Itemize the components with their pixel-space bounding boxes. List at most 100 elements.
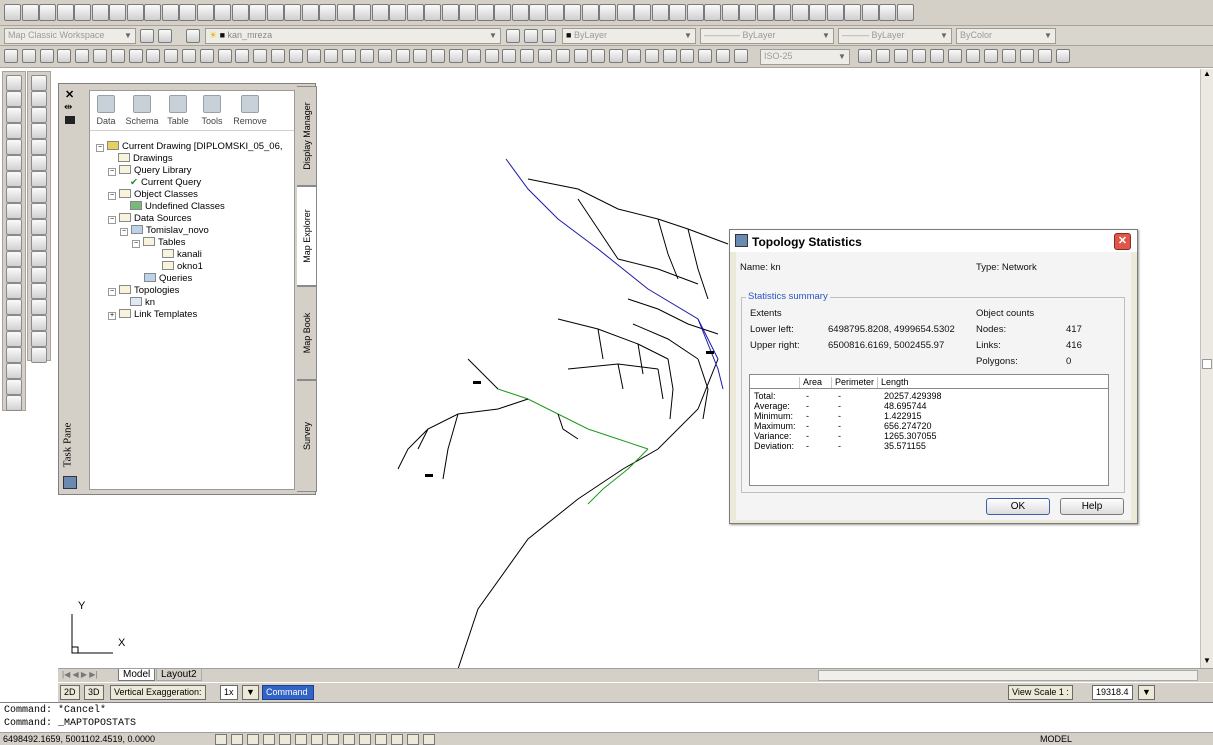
tab-survey[interactable]: Survey [297, 380, 317, 492]
tree-root[interactable]: − Current Drawing [DIPLOMSKI_05_06, [96, 141, 283, 153]
view-scale-label[interactable]: View Scale 1 : [1008, 685, 1073, 700]
toolbar-icon[interactable] [56, 4, 74, 21]
toolbar-icon[interactable] [109, 4, 126, 21]
modify-tool-icon[interactable] [31, 155, 47, 171]
toolbar-icon[interactable] [161, 4, 179, 21]
toolbar-icon[interactable] [698, 49, 713, 63]
drafting-toggle-icon[interactable] [279, 734, 291, 745]
drafting-toggle-icon[interactable] [263, 734, 275, 745]
draw-tool-icon[interactable] [6, 315, 22, 331]
draw-tool-icon[interactable] [6, 139, 22, 155]
tree-current-query[interactable]: ✔ Current Query [130, 177, 201, 189]
toolbar-icon[interactable] [306, 49, 321, 63]
toolbar-icon[interactable] [4, 4, 21, 21]
drafting-toggle-icon[interactable] [247, 734, 259, 745]
dimstyle-combo[interactable]: ISO-25 ▼ [760, 49, 850, 65]
toolbar-icon[interactable] [4, 49, 18, 63]
modify-tool-icon[interactable] [31, 347, 47, 363]
zoom-tool-icon[interactable] [858, 49, 872, 63]
toolbar-icon[interactable] [336, 4, 354, 21]
toolbar-icon[interactable] [214, 4, 231, 21]
toolbar-icon[interactable] [721, 4, 739, 21]
toolbar-icon[interactable] [253, 49, 268, 63]
draw-tool-icon[interactable] [6, 251, 22, 267]
modify-tool-icon[interactable] [31, 331, 47, 347]
draw-tool-icon[interactable] [6, 283, 22, 299]
toolbar-icon[interactable] [395, 49, 410, 63]
toolbar-icon[interactable] [739, 4, 756, 21]
toolbar-icon[interactable] [199, 49, 214, 63]
layer-state-icon[interactable] [186, 29, 200, 43]
toolbar-icon[interactable] [324, 49, 339, 63]
toolbar-icon[interactable] [844, 4, 861, 21]
draw-tool-icon[interactable] [6, 363, 22, 379]
drafting-toggle-icon[interactable] [423, 734, 435, 745]
toolbar-icon[interactable] [377, 49, 392, 63]
tab-display-manager[interactable]: Display Manager [297, 86, 317, 186]
color-combo[interactable]: ■ ByLayer ▼ [562, 28, 696, 44]
toolbar-icon[interactable] [75, 49, 90, 63]
drafting-toggle-icon[interactable] [407, 734, 419, 745]
2d-button[interactable]: 2D [60, 685, 80, 700]
toolbar-icon[interactable] [704, 4, 721, 21]
schema-button[interactable]: Schema [124, 95, 160, 126]
modify-tool-icon[interactable] [31, 299, 47, 315]
drafting-toggle-icon[interactable] [311, 734, 323, 745]
toolbar-icon[interactable] [21, 4, 39, 21]
toolbar-icon[interactable] [449, 49, 463, 63]
toolbar-icon[interactable] [354, 4, 371, 21]
zoom-tool-icon[interactable] [876, 49, 890, 63]
toolbar-icon[interactable] [529, 4, 546, 21]
tree-data-sources[interactable]: − Data Sources [108, 213, 192, 225]
modify-tool-icon[interactable] [31, 139, 47, 155]
horizontal-scrollbar[interactable] [818, 670, 1198, 681]
command-line[interactable]: Command: *Cancel* Command: _MAPTOPOSTATS [0, 702, 1213, 732]
toolbar-icon[interactable] [662, 49, 677, 63]
collapse-icon[interactable]: − [108, 168, 116, 176]
plotstyle-combo[interactable]: ByColor ▼ [956, 28, 1056, 44]
toolbar-icon[interactable] [231, 4, 249, 21]
model-space-toggle[interactable]: MODEL [1040, 734, 1072, 744]
layer-properties-icon[interactable] [158, 29, 172, 43]
modify-tool-icon[interactable] [31, 267, 47, 283]
toolbar-icon[interactable] [413, 49, 428, 63]
layer-combo[interactable]: ☀ ■ kan_mreza ▼ [205, 28, 501, 44]
tab-layout2[interactable]: Layout2 [156, 669, 202, 681]
drafting-toggle-icon[interactable] [327, 734, 339, 745]
toolbar-icon[interactable] [609, 49, 624, 63]
zoom-tool-icon[interactable] [966, 49, 980, 63]
toolbar-icon[interactable] [389, 4, 406, 21]
collapse-icon[interactable]: − [132, 240, 140, 248]
expand-icon[interactable]: + [108, 312, 116, 320]
toolbar-icon[interactable] [284, 4, 301, 21]
drafting-toggle-icon[interactable] [375, 734, 387, 745]
draw-tool-icon[interactable] [6, 395, 22, 411]
draw-tool-icon[interactable] [6, 235, 22, 251]
statistics-table[interactable]: Area Perimeter Length Total: - -20257.4293… [749, 374, 1109, 486]
table-header-area[interactable]: Area [800, 377, 832, 388]
draw-tool-icon[interactable] [6, 267, 22, 283]
modify-tool-icon[interactable] [31, 91, 47, 107]
toolbar-icon[interactable] [644, 49, 659, 63]
autohide-icon[interactable]: ⇹ [64, 102, 72, 113]
toolbar-icon[interactable] [733, 49, 748, 63]
toolbar-icon[interactable] [591, 49, 606, 63]
toolbar-icon[interactable] [301, 4, 319, 21]
layer-previous-icon[interactable] [524, 29, 538, 43]
toolbar-icon[interactable] [896, 4, 914, 21]
tree-tables[interactable]: − Tables [132, 237, 185, 249]
table-header-length[interactable]: Length [878, 377, 1108, 388]
draw-tool-icon[interactable] [6, 171, 22, 187]
linetype-combo[interactable]: ———— ByLayer ▼ [700, 28, 834, 44]
3d-button[interactable]: 3D [84, 685, 104, 700]
draw-tool-icon[interactable] [6, 123, 22, 139]
exaggeration-dropdown[interactable]: ▼ [242, 685, 259, 700]
drafting-toggle-icon[interactable] [215, 734, 227, 745]
workspace-settings-icon[interactable] [140, 29, 154, 43]
exaggeration-value[interactable]: 1x [220, 685, 238, 700]
toolbar-icon[interactable] [146, 49, 161, 63]
toolbar-icon[interactable] [179, 4, 196, 21]
tree-table-okno1[interactable]: okno1 [162, 261, 203, 273]
drafting-toggle-icon[interactable] [295, 734, 307, 745]
toolbar-icon[interactable] [266, 4, 284, 21]
